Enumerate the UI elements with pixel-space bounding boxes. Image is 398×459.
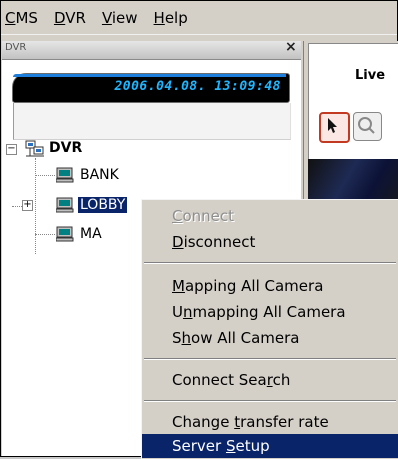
network-icon [25,140,44,157]
clock-subpanel [13,103,291,140]
menu-mapping-all-camera[interactable]: Mapping All Camera [142,274,398,298]
menu-help[interactable]: Help [146,6,196,30]
menu-cms[interactable]: CMS [1,6,46,30]
dvr-panel-title: DVR [5,42,27,53]
magnifier-icon [358,117,375,134]
panel-close-icon[interactable]: × [285,39,297,55]
tab-live[interactable]: Live [308,43,398,103]
menu-change-transfer-rate[interactable]: Change transfer rate [142,410,398,434]
tree-root-label[interactable]: DVR [49,140,82,156]
app-window: CMS DVR View Help DVR × 2006.04.08. 13:0… [0,0,398,459]
tree-line [35,175,55,176]
menu-show-all-camera[interactable]: Show All Camera [142,326,398,350]
menu-separator [144,262,396,264]
clock-text: 2006.04.08. 13:09:48 [114,79,281,94]
tab-live-label: Live [355,68,386,83]
menu-separator [144,400,396,402]
dvr-panel-header: DVR × [2,39,301,60]
tree-line [35,158,36,254]
menu-view[interactable]: View [94,6,146,30]
tree-node-ma[interactable]: MA [80,226,102,242]
dvr-device-icon [56,167,74,183]
menu-connect[interactable]: Connect [142,204,398,228]
zoom-tool-button[interactable] [353,112,382,141]
menu-dvr[interactable]: DVR [46,6,94,30]
menu-unmapping-all-camera[interactable]: Unmapping All Camera [142,300,398,324]
tree-line [35,234,55,235]
live-toolbar [308,101,398,159]
dvr-device-icon [56,226,74,242]
menu-bar: CMS DVR View Help [1,1,397,35]
root-collapse-icon[interactable]: − [6,144,17,155]
clock-display: 2006.04.08. 13:09:48 [12,73,290,103]
clock-accent [13,74,287,77]
tree-line [12,206,22,207]
menu-server-setup[interactable]: Server Setup [142,434,398,458]
cursor-icon [328,118,337,133]
tree-node-lobby[interactable]: LOBBY [78,197,128,213]
menu-connect-search[interactable]: Connect Search [142,368,398,392]
node-expand-icon[interactable]: + [22,200,33,211]
context-menu: Connect Disconnect Mapping All Camera Un… [141,199,398,459]
menu-separator [144,358,396,360]
pointer-tool-button[interactable] [319,112,350,143]
dvr-device-icon [56,197,74,213]
menu-disconnect[interactable]: Disconnect [142,230,398,254]
tree-node-bank[interactable]: BANK [80,167,119,183]
